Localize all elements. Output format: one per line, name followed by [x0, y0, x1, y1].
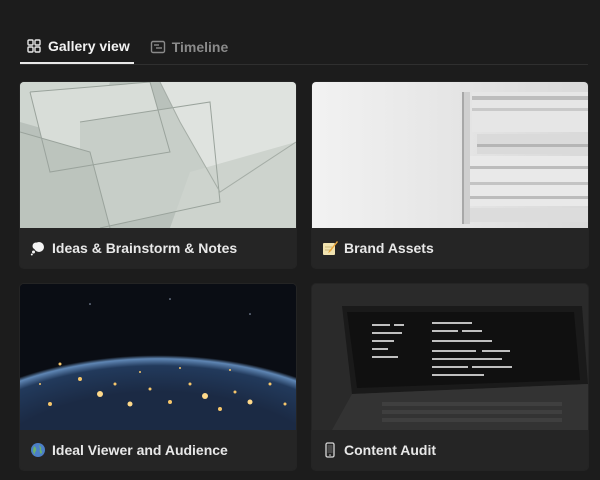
- card-cover-paper-sheets: [20, 82, 296, 228]
- globe-icon: [31, 443, 45, 457]
- gallery-grid: Ideas & Brainstorm & Notes Brand Assets …: [20, 82, 588, 470]
- tab-gallery-view[interactable]: Gallery view: [20, 30, 134, 64]
- gallery-page: Gallery view Timeline Ideas & Brainstorm…: [0, 0, 600, 480]
- gallery-card-ideal-viewer[interactable]: Ideal Viewer and Audience: [20, 284, 296, 470]
- card-footer: Ideas & Brainstorm & Notes: [20, 228, 296, 268]
- card-title: Brand Assets: [344, 240, 434, 256]
- card-cover-binders: [312, 82, 588, 228]
- gallery-card-ideas[interactable]: Ideas & Brainstorm & Notes: [20, 82, 296, 268]
- gallery-card-brand-assets[interactable]: Brand Assets: [312, 82, 588, 268]
- timeline-icon: [150, 40, 165, 54]
- card-footer: Brand Assets: [312, 228, 588, 268]
- card-cover-earth-night: [20, 284, 296, 430]
- card-title: Ideal Viewer and Audience: [52, 442, 228, 458]
- card-footer: Ideal Viewer and Audience: [20, 430, 296, 470]
- tabs-divider: [20, 64, 588, 65]
- mobile-phone-icon: [325, 442, 335, 458]
- card-footer: Content Audit: [312, 430, 588, 470]
- tab-gallery-view-label: Gallery view: [48, 38, 130, 54]
- card-cover-laptop-code: [312, 284, 588, 430]
- view-tabs: Gallery view Timeline: [20, 30, 232, 64]
- card-title: Content Audit: [344, 442, 437, 458]
- card-title: Ideas & Brainstorm & Notes: [52, 240, 238, 256]
- tab-timeline-label: Timeline: [171, 39, 229, 55]
- gallery-grid-icon: [27, 39, 41, 53]
- gallery-card-content-audit[interactable]: Content Audit: [312, 284, 588, 470]
- tab-timeline[interactable]: Timeline: [144, 30, 233, 64]
- pencil-paper-icon: [323, 241, 338, 255]
- thought-bubble-icon: [30, 242, 44, 256]
